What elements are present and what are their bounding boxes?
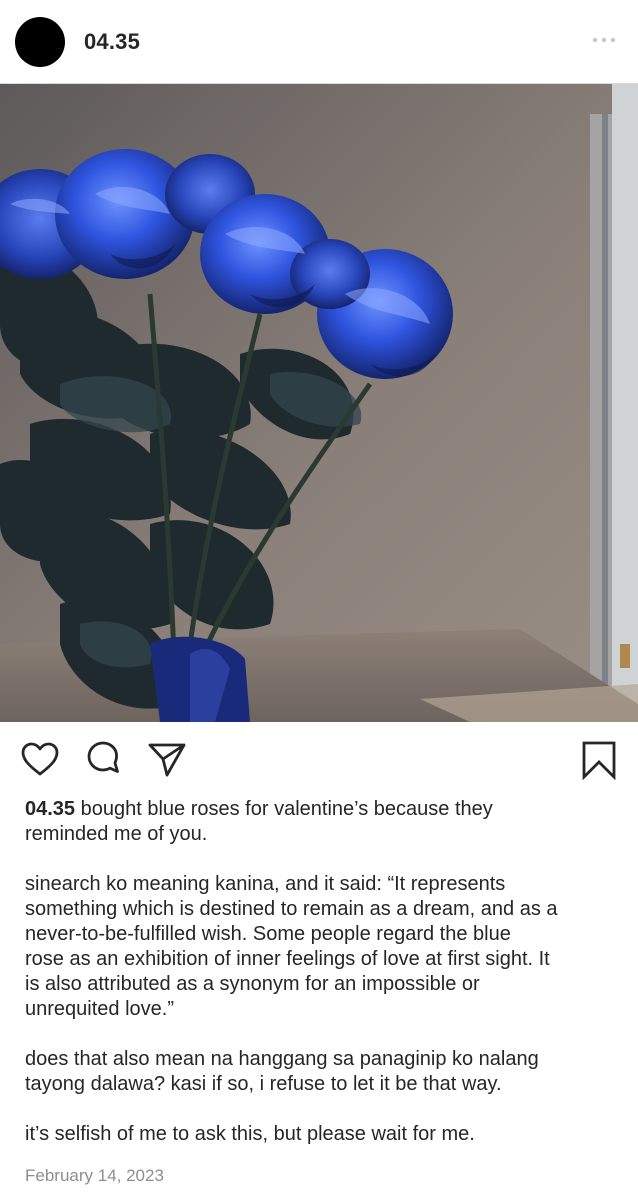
caption-username[interactable]: 04.35 [25,798,75,820]
header-username[interactable]: 04.35 [84,29,140,55]
caption-paragraph: sinearch ko meaning kanina, and it said:… [25,873,558,1020]
caption-paragraph: does that also mean na hanggang sa panag… [25,1048,539,1095]
avatar[interactable] [15,17,65,67]
more-options-icon[interactable] [592,33,616,47]
caption-paragraph: it’s selfish of me to ask this, but plea… [25,1123,475,1145]
paper-plane-icon[interactable] [147,740,187,780]
caption-first-line: bought blue roses for valentine’s becaus… [25,798,493,845]
post-header: 04.35 [0,0,638,84]
post-caption: 04.35 bought blue roses for valentine’s … [25,797,625,1172]
post-date: February 14, 2023 [25,1166,164,1185]
caption-first-paragraph: 04.35 bought blue roses for valentine’s … [25,797,625,847]
comment-icon[interactable] [83,740,123,780]
post-actions [0,722,638,796]
heart-icon[interactable] [20,740,60,780]
bookmark-icon[interactable] [579,740,619,780]
post-photo[interactable] [0,84,638,722]
